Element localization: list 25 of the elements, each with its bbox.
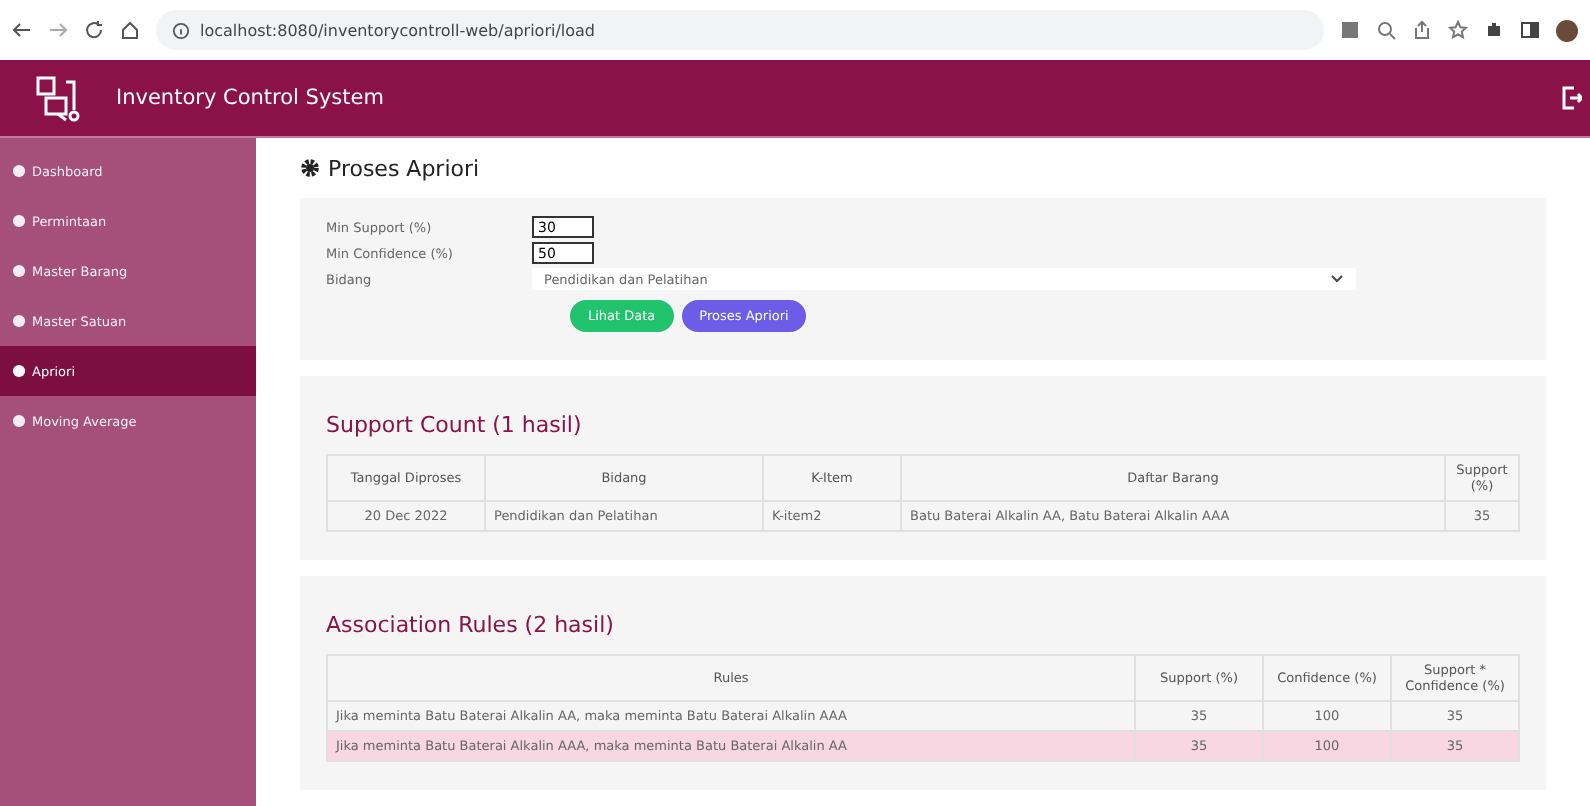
dot-icon: [12, 164, 26, 178]
puzzle-icon[interactable]: [1484, 20, 1504, 40]
share-icon[interactable]: [1412, 20, 1432, 40]
page-title: Proses Apriori: [328, 155, 480, 181]
caret-icon: [1330, 274, 1344, 284]
info-icon: [172, 21, 190, 39]
dot-icon: [12, 314, 26, 328]
sidepanel-icon[interactable]: [1520, 20, 1540, 40]
app-title: Inventory Control System: [116, 86, 384, 110]
address-bar[interactable]: localhost:8080/inventorycontroll-web/apriori/load: [156, 10, 1324, 50]
back-icon[interactable]: [12, 20, 32, 40]
dot-icon: [12, 414, 26, 428]
avatar-icon[interactable]: [1556, 19, 1578, 41]
logo-icon: [32, 72, 84, 124]
dot-icon: [12, 364, 26, 378]
dot-icon: [12, 264, 26, 278]
reload-icon[interactable]: [84, 20, 104, 40]
zoom-icon[interactable]: [1376, 20, 1396, 40]
home-icon[interactable]: [120, 20, 140, 40]
dot-icon: [12, 214, 26, 228]
logout-icon[interactable]: [1562, 86, 1582, 110]
gear-icon: [300, 158, 320, 178]
section-title: Support Count (1 hasil): [326, 412, 584, 438]
section-title: Association Rules (2 hasil): [326, 612, 616, 638]
star-icon[interactable]: [1448, 20, 1468, 40]
